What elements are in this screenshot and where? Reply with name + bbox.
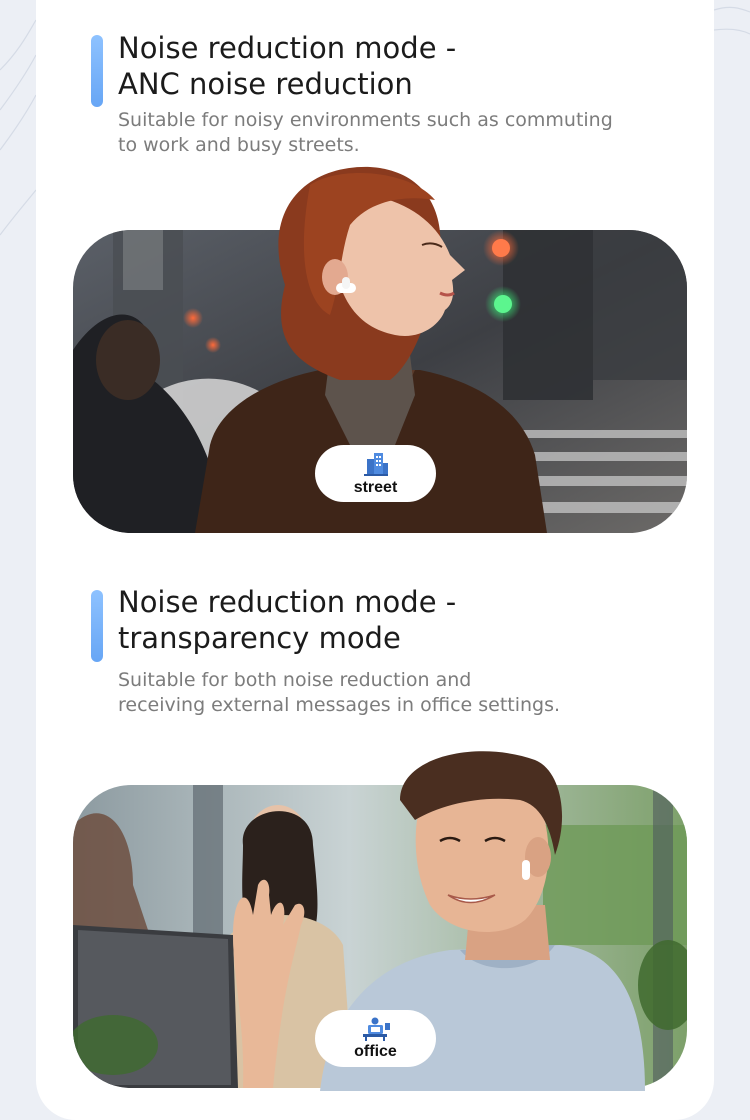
office-badge-label: office: [354, 1042, 397, 1060]
section-2-desc-line-2: receiving external messages in office se…: [118, 694, 561, 716]
building-icon: [363, 452, 388, 476]
street-badge: street: [315, 445, 436, 502]
section-1-desc-line-2: to work and busy streets.: [118, 134, 360, 156]
street-badge-label: street: [353, 478, 398, 496]
section-1-description: Suitable for noisy environments such as …: [118, 108, 613, 158]
section-2-title: Noise reduction mode - transparency mode: [118, 584, 456, 656]
office-badge: office: [315, 1010, 436, 1067]
section-2-title-line-1: Noise reduction mode -: [118, 585, 457, 619]
section-2-title-line-2: transparency mode: [118, 621, 401, 655]
section-1-accent-bar: [91, 35, 103, 107]
section-2-desc-line-1: Suitable for both noise reduction and: [118, 669, 472, 691]
section-2-description: Suitable for both noise reduction and re…: [118, 668, 560, 718]
office-desk-icon: [362, 1017, 390, 1041]
section-2-accent-bar: [91, 590, 103, 662]
section-1-title-line-1: Noise reduction mode -: [118, 31, 457, 65]
section-1-title-line-2: ANC noise reduction: [118, 67, 413, 101]
section-1-title: Noise reduction mode - ANC noise reducti…: [118, 30, 456, 102]
section-1-desc-line-1: Suitable for noisy environments such as …: [118, 109, 613, 131]
